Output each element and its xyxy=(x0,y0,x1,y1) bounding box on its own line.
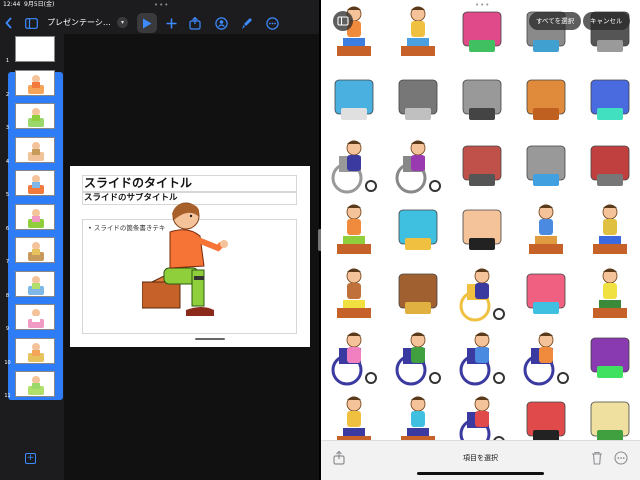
slide-thumbnail[interactable] xyxy=(15,304,55,330)
add-icon[interactable] xyxy=(163,14,179,32)
multitask-dots-icon[interactable]: ••• xyxy=(475,2,490,9)
slide-number: 1 xyxy=(5,58,10,64)
slide-number: 8 xyxy=(5,292,10,299)
photo-item[interactable] xyxy=(579,262,640,324)
photo-item[interactable] xyxy=(323,262,385,324)
photo-picker: ••• ≋ 24% すべてを選択 キャンセル 項目を選択 xyxy=(321,0,640,480)
slide-number: 2 xyxy=(5,91,10,98)
slide-number: 7 xyxy=(5,259,10,265)
photo-item[interactable] xyxy=(515,390,577,440)
photo-item[interactable] xyxy=(579,326,640,388)
photo-item[interactable] xyxy=(515,0,577,62)
home-indicator xyxy=(417,472,544,475)
photo-item[interactable] xyxy=(387,134,449,196)
current-slide[interactable]: スライドのタイトル スライドのサブタイトル • スライドの箇条書きテキ xyxy=(70,166,310,347)
photo-item[interactable] xyxy=(515,68,577,130)
keynote-app: 12:44 9月5日(金) ••• プレゼンテーシ… ▾ 1 2 3 4 5 6… xyxy=(0,0,319,480)
slide-thumbnail[interactable] xyxy=(15,337,55,364)
status-date: 9月5日(金) xyxy=(24,1,55,8)
photo-item[interactable] xyxy=(387,326,449,388)
slide-number: 3 xyxy=(5,125,10,131)
add-slide-button[interactable]: + xyxy=(25,453,36,464)
slide-number: 6 xyxy=(5,225,10,232)
more-icon[interactable] xyxy=(613,451,629,467)
slide-thumbnail[interactable] xyxy=(15,270,55,297)
slide-thumbnail[interactable] xyxy=(15,103,55,129)
photo-item[interactable] xyxy=(323,134,385,196)
photo-item[interactable] xyxy=(515,262,577,324)
photo-item[interactable] xyxy=(515,326,577,388)
photo-item[interactable] xyxy=(451,390,513,440)
slide-thumbnail[interactable] xyxy=(15,170,55,196)
photo-item[interactable] xyxy=(387,262,449,324)
split-view-screen: 12:44 9月5日(金) ••• プレゼンテーシ… ▾ 1 2 3 4 5 6… xyxy=(0,0,640,480)
slide-number: 10 xyxy=(4,359,11,366)
battery-icon xyxy=(624,2,636,8)
photo-grid xyxy=(321,0,640,440)
photo-item[interactable] xyxy=(451,198,513,260)
collaborate-icon[interactable] xyxy=(213,14,229,32)
more-icon[interactable] xyxy=(264,14,280,32)
photo-item[interactable] xyxy=(579,198,640,260)
photo-item[interactable] xyxy=(387,390,449,440)
photo-item[interactable] xyxy=(323,68,385,130)
photo-item[interactable] xyxy=(323,326,385,388)
slide-thumbnail[interactable] xyxy=(15,371,55,397)
photo-item[interactable] xyxy=(387,68,449,130)
slide-number: 9 xyxy=(5,326,10,332)
sidebar-icon xyxy=(337,16,349,26)
cancel-button[interactable]: キャンセル xyxy=(583,12,630,30)
photo-item[interactable] xyxy=(515,198,577,260)
slide-number: 4 xyxy=(5,158,10,165)
photo-item[interactable] xyxy=(387,0,449,62)
photo-item[interactable] xyxy=(451,262,513,324)
slide-thumbnail[interactable] xyxy=(15,136,55,163)
slide-resize-handle[interactable] xyxy=(195,338,225,340)
photo-item[interactable] xyxy=(323,390,385,440)
photo-item[interactable] xyxy=(451,0,513,62)
slide-number: 11 xyxy=(4,393,11,399)
play-icon[interactable] xyxy=(139,14,155,32)
photo-item[interactable] xyxy=(387,198,449,260)
photo-item[interactable] xyxy=(579,134,640,196)
photo-item[interactable] xyxy=(579,390,640,440)
multitask-dots-icon[interactable]: ••• xyxy=(154,2,169,9)
title-menu-chevron-icon[interactable]: ▾ xyxy=(117,17,128,28)
slide-thumbnail[interactable] xyxy=(15,203,55,230)
document-title[interactable]: プレゼンテーシ… xyxy=(47,16,111,30)
sidebar-icon[interactable] xyxy=(23,14,39,32)
photo-item[interactable] xyxy=(515,134,577,196)
slide-thumbnail[interactable] xyxy=(15,36,55,62)
wifi-icon: ≋ xyxy=(599,1,605,8)
photo-item[interactable] xyxy=(579,68,640,130)
share-icon[interactable] xyxy=(187,14,203,32)
slide-thumbnail[interactable] xyxy=(15,237,55,263)
back-chevron-icon[interactable] xyxy=(2,14,16,32)
keynote-toolbar: プレゼンテーシ… ▾ xyxy=(0,12,319,34)
slide-thumbnail[interactable] xyxy=(15,69,55,96)
format-brush-icon[interactable] xyxy=(239,14,255,32)
trash-icon[interactable] xyxy=(589,451,605,467)
slide-number: 5 xyxy=(5,192,10,198)
photo-item[interactable] xyxy=(451,134,513,196)
sitting-child-image[interactable] xyxy=(142,200,232,318)
photo-item[interactable] xyxy=(451,326,513,388)
battery-text: 24% xyxy=(607,1,621,8)
status-time: 12:44 xyxy=(3,1,21,8)
select-all-button[interactable]: すべてを選択 xyxy=(529,12,582,30)
photo-item[interactable] xyxy=(323,198,385,260)
photo-item[interactable] xyxy=(451,68,513,130)
photo-item[interactable] xyxy=(323,0,385,62)
slide-title[interactable]: スライドのタイトル xyxy=(82,175,297,192)
status-icons: ≋ 24% xyxy=(600,0,636,10)
picker-sidebar-button[interactable] xyxy=(333,11,353,31)
